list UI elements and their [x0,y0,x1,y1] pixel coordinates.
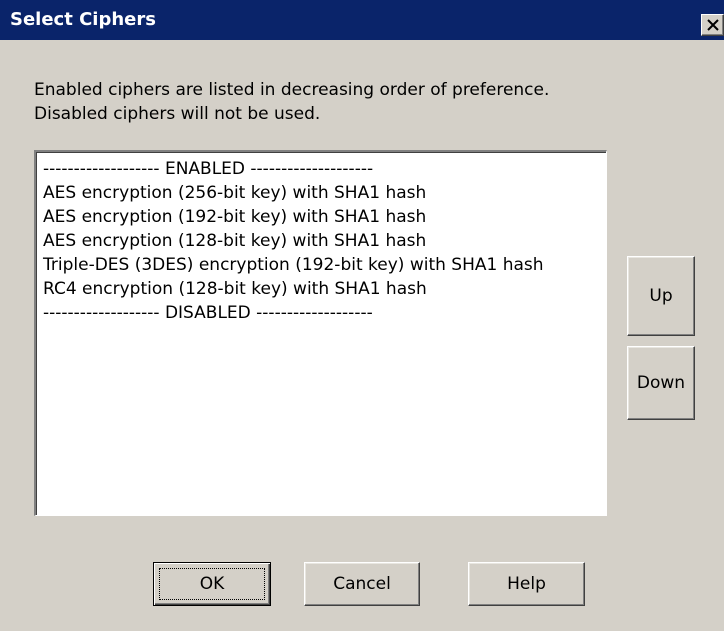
list-item-rc4[interactable]: RC4 encryption (128-bit key) with SHA1 h… [43,277,427,301]
window-title: Select Ciphers [10,9,156,30]
description-line-1: Enabled ciphers are listed in decreasing… [34,80,550,100]
description: Enabled ciphers are listed in decreasing… [34,78,549,126]
help-button[interactable]: Help [468,562,585,606]
list-item-enabled-header[interactable]: ------------------- ENABLED ------------… [43,157,373,181]
cancel-button[interactable]: Cancel [304,562,420,606]
ok-button-label: OK [199,574,225,594]
down-button[interactable]: Down [627,346,695,420]
close-button[interactable] [701,14,724,36]
select-ciphers-dialog: Select Ciphers Enabled ciphers are liste… [0,0,724,631]
cancel-button-label: Cancel [333,574,391,594]
ok-button[interactable]: OK [153,562,271,606]
down-button-label: Down [636,373,686,393]
list-item-aes-256[interactable]: AES encryption (256-bit key) with SHA1 h… [43,181,426,205]
up-button-label: Up [649,286,673,306]
help-button-label: Help [507,574,546,594]
description-line-2: Disabled ciphers will not be used. [34,104,321,124]
list-item-aes-192[interactable]: AES encryption (192-bit key) with SHA1 h… [43,205,426,229]
list-item-disabled-header[interactable]: ------------------- DISABLED -----------… [43,301,373,325]
title-bar[interactable]: Select Ciphers [0,0,724,40]
cipher-listbox[interactable]: ------------------- ENABLED ------------… [34,150,607,516]
up-button[interactable]: Up [627,256,695,336]
close-icon [707,19,719,31]
list-item-aes-128[interactable]: AES encryption (128-bit key) with SHA1 h… [43,229,426,253]
list-item-3des[interactable]: Triple-DES (3DES) encryption (192-bit ke… [43,253,544,277]
